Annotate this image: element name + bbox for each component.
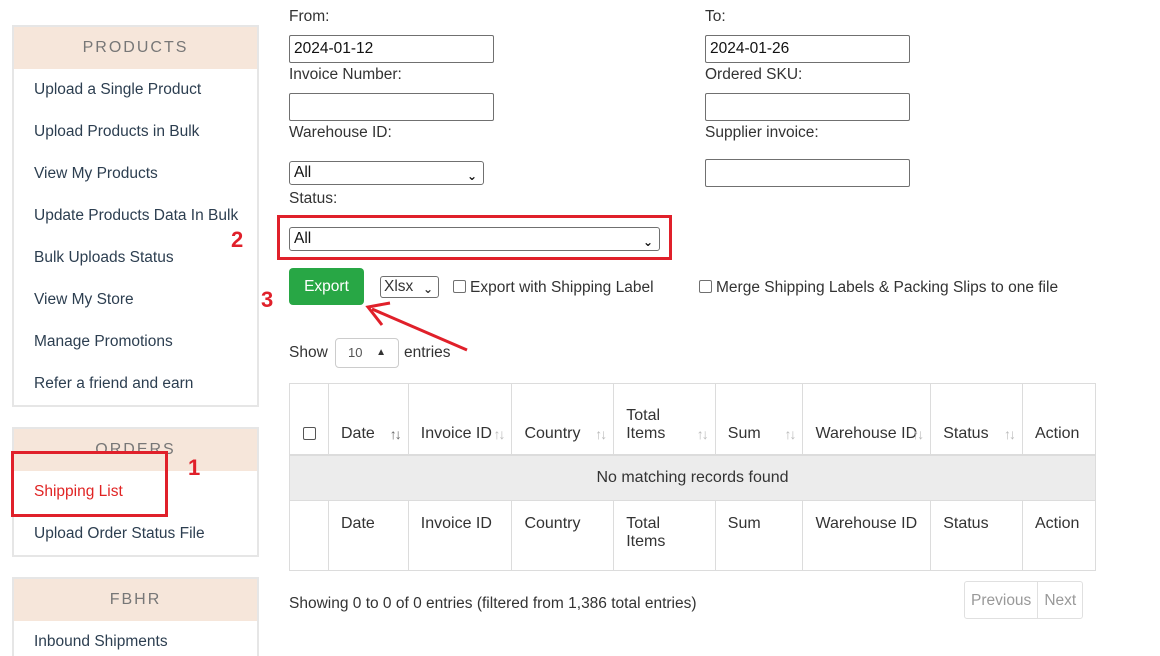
show-label: Show xyxy=(289,344,328,361)
products-header: PRODUCTS xyxy=(14,27,257,69)
export-with-shipping-label-checkbox[interactable] xyxy=(453,280,466,293)
products-panel: PRODUCTS Upload a Single Product Upload … xyxy=(12,25,259,407)
column-header-action: Action xyxy=(1021,383,1097,456)
sidebar-item-manage-promotions[interactable]: Manage Promotions xyxy=(14,321,257,363)
sort-icon: ↑↓ xyxy=(696,425,709,442)
export-with-shipping-label-text: Export with Shipping Label xyxy=(470,279,654,296)
from-label: From: xyxy=(289,8,330,25)
select-all-cell xyxy=(289,383,329,456)
footer-invoice-id: Invoice ID xyxy=(407,500,513,571)
merge-labels-text: Merge Shipping Labels & Packing Slips to… xyxy=(716,279,1059,296)
select-all-checkbox[interactable] xyxy=(303,426,316,440)
supplier-invoice-input[interactable] xyxy=(705,159,910,187)
warehouse-id-select[interactable]: All ⌄ xyxy=(289,161,484,185)
ordered-sku-label: Ordered SKU: xyxy=(705,66,803,83)
footer-sum: Sum xyxy=(714,500,804,571)
next-page-button[interactable]: Next xyxy=(1037,582,1082,618)
footer-action: Action xyxy=(1021,500,1097,571)
export-format-value: Xlsx xyxy=(384,278,414,295)
sort-icon: ↑↓ xyxy=(389,425,402,442)
fbhr-panel: FBHR Inbound Shipments xyxy=(12,577,259,656)
sidebar-item-upload-products-bulk[interactable]: Upload Products in Bulk xyxy=(14,111,257,153)
table-info: Showing 0 to 0 of 0 entries (filtered fr… xyxy=(289,595,697,612)
footer-status: Status xyxy=(930,500,1023,571)
annotation-number-1: 1 xyxy=(188,455,201,480)
to-label: To: xyxy=(705,8,726,25)
sort-icon: ↑↓ xyxy=(1003,425,1016,442)
sort-icon: ↑↓ xyxy=(493,425,505,442)
annotation-number-2: 2 xyxy=(231,227,244,252)
footer-date: Date xyxy=(328,500,409,571)
column-header-warehouse-id[interactable]: Warehouse ID ↑↓ xyxy=(802,383,932,456)
footer-country: Country xyxy=(511,500,615,571)
column-header-status[interactable]: Status ↑↓ xyxy=(930,383,1023,456)
fbhr-header: FBHR xyxy=(14,579,257,621)
export-format-select[interactable]: Xlsx ⌄ xyxy=(380,276,439,298)
sort-icon: ↑↓ xyxy=(912,425,924,442)
highlight-box-shipping-list xyxy=(11,451,168,517)
sidebar-item-upload-order-status-file[interactable]: Upload Order Status File xyxy=(14,513,257,555)
sidebar-item-update-products-data-bulk[interactable]: Update Products Data In Bulk xyxy=(14,195,257,237)
empty-table-message: No matching records found xyxy=(289,454,1096,501)
previous-page-button[interactable]: Previous xyxy=(965,582,1037,618)
sidebar-item-view-my-products[interactable]: View My Products xyxy=(14,153,257,195)
arrow-icon xyxy=(365,301,468,352)
to-date-input[interactable]: 2024-01-26 xyxy=(705,35,910,63)
sidebar-item-upload-single-product[interactable]: Upload a Single Product xyxy=(14,69,257,111)
ordered-sku-input[interactable] xyxy=(705,93,910,121)
warehouse-id-label: Warehouse ID: xyxy=(289,124,392,141)
sidebar-item-refer-friend[interactable]: Refer a friend and earn xyxy=(14,363,257,405)
sidebar-item-inbound-shipments[interactable]: Inbound Shipments xyxy=(14,621,257,656)
status-label: Status: xyxy=(289,190,338,207)
annotation-number-3: 3 xyxy=(261,287,274,312)
export-button[interactable]: Export xyxy=(289,268,364,305)
supplier-invoice-label: Supplier invoice: xyxy=(705,124,819,141)
column-header-invoice-id[interactable]: Invoice ID ↑↓ xyxy=(407,383,513,456)
warehouse-id-value: All xyxy=(294,164,312,181)
merge-labels-checkbox[interactable] xyxy=(699,280,712,293)
column-header-date[interactable]: Date ↑↓ xyxy=(328,383,409,456)
highlight-box-status xyxy=(277,215,672,260)
footer-total-items: Total Items xyxy=(613,500,716,571)
sort-icon: ↑↓ xyxy=(595,425,607,442)
invoice-number-label: Invoice Number: xyxy=(289,66,402,83)
chevron-down-icon: ⌄ xyxy=(466,169,477,183)
footer-warehouse-id: Warehouse ID xyxy=(802,500,932,571)
from-date-input[interactable]: 2024-01-12 xyxy=(289,35,494,63)
sidebar-item-view-my-store[interactable]: View My Store xyxy=(14,279,257,321)
shipping-table: Date ↑↓ Invoice ID ↑↓ Country ↑↓ Total Item… xyxy=(289,383,1097,571)
pagination: Previous Next xyxy=(964,581,1084,619)
invoice-number-input[interactable] xyxy=(289,93,494,121)
sort-icon: ↑↓ xyxy=(784,425,796,442)
sidebar-item-bulk-uploads-status[interactable]: Bulk Uploads Status xyxy=(14,237,257,279)
column-header-country[interactable]: Country ↑↓ xyxy=(511,383,615,456)
footer-select-cell xyxy=(289,500,329,571)
column-header-sum[interactable]: Sum ↑↓ xyxy=(714,383,804,456)
table-row: No matching records found xyxy=(289,454,1096,501)
column-header-total-items[interactable]: Total Items ↑↓ xyxy=(613,383,716,456)
